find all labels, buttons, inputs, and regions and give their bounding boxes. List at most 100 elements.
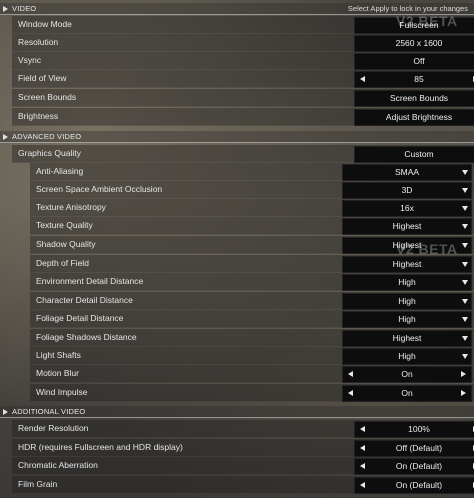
chevron-down-icon (462, 354, 468, 359)
chevron-down-icon (462, 243, 468, 248)
setting-label: Vsync (18, 55, 42, 65)
section-title: ADVANCED VIDEO (12, 132, 82, 141)
chevron-down-icon (462, 299, 468, 304)
setting-value: On (401, 388, 413, 398)
arrow-right-icon[interactable] (461, 371, 466, 377)
setting-label: Depth of Field (36, 258, 89, 268)
setting-value: High (398, 351, 416, 361)
setting-label: Anti-Aliasing (36, 166, 84, 176)
chevron-down-icon (462, 170, 468, 175)
resolution-dropdown[interactable]: 2560 x 1600 (354, 35, 474, 52)
setting-motion-blur: Motion Blur On (30, 365, 474, 383)
setting-label: Texture Anisotropy (36, 202, 106, 212)
section-header-additional-video: ADDITIONAL VIDEO (0, 406, 474, 418)
graphics-quality-dropdown[interactable]: Custom (354, 146, 474, 163)
setting-character-detail-distance: Character Detail Distance High (30, 292, 474, 310)
chevron-down-icon (462, 280, 468, 285)
setting-label: Foliage Shadows Distance (36, 332, 137, 342)
foliage-detail-dropdown[interactable]: High (342, 311, 472, 328)
wind-impulse-stepper[interactable]: On (342, 385, 472, 402)
chevron-down-icon (462, 336, 468, 341)
setting-label: Screen Bounds (18, 92, 77, 102)
collapse-arrow-icon[interactable] (3, 6, 8, 12)
setting-value: Highest (392, 221, 422, 231)
foliage-shadows-dropdown[interactable]: Highest (342, 330, 472, 347)
chevron-down-icon (462, 188, 468, 193)
setting-value: 100% (408, 424, 430, 434)
setting-film-grain: Film Grain On (Default) (12, 476, 474, 494)
setting-brightness: Brightness Adjust Brightness (12, 108, 474, 126)
watermark-text: V2 BETA (396, 241, 458, 257)
setting-value: Off (413, 56, 425, 66)
setting-label: Render Resolution (18, 423, 89, 433)
depth-of-field-dropdown[interactable]: Highest (342, 256, 472, 273)
vsync-dropdown[interactable]: Off (354, 53, 474, 70)
film-grain-stepper[interactable]: On (Default) (354, 477, 474, 494)
setting-label: Resolution (18, 37, 59, 47)
setting-label: Light Shafts (36, 350, 81, 360)
setting-value: 2560 x 1600 (395, 38, 443, 48)
setting-graphics-quality: Graphics Quality Custom (12, 145, 474, 163)
setting-value: SMAA (394, 167, 420, 177)
setting-chromatic-aberration: Chromatic Aberration On (Default) (12, 457, 474, 475)
collapse-arrow-icon[interactable] (3, 134, 8, 140)
setting-value: Highest (392, 333, 422, 343)
watermark-text: V2 BETA (396, 13, 458, 29)
adjust-brightness-button[interactable]: Adjust Brightness (354, 109, 474, 126)
arrow-right-icon[interactable] (461, 390, 466, 396)
collapse-arrow-icon[interactable] (3, 409, 8, 415)
light-shafts-dropdown[interactable]: High (342, 348, 472, 365)
setting-resolution: Resolution 2560 x 1600 (12, 34, 474, 52)
setting-anti-aliasing: Anti-Aliasing SMAA (30, 163, 474, 181)
hdr-stepper[interactable]: Off (Default) (354, 440, 474, 457)
setting-value: On (Default) (395, 461, 443, 471)
setting-label: Film Grain (18, 479, 58, 489)
setting-vsync: Vsync Off (12, 52, 474, 70)
setting-label: Wind Impulse (36, 387, 88, 397)
chevron-down-icon (462, 224, 468, 229)
render-resolution-stepper[interactable]: 100% (354, 421, 474, 438)
field-of-view-stepper[interactable]: 85 (354, 71, 474, 88)
setting-label: Texture Quality (36, 220, 93, 230)
screen-bounds-button[interactable]: Screen Bounds (354, 90, 474, 107)
setting-label: Character Detail Distance (36, 295, 133, 305)
setting-label: Shadow Quality (36, 239, 96, 249)
section-header-advanced-video: ADVANCED VIDEO (0, 131, 474, 143)
section-title: VIDEO (12, 4, 37, 13)
setting-label: Foliage Detail Distance (36, 313, 124, 323)
setting-label: Field of View (18, 73, 67, 83)
chromatic-aberration-stepper[interactable]: On (Default) (354, 458, 474, 475)
environment-detail-dropdown[interactable]: High (342, 274, 472, 291)
setting-environment-detail-distance: Environment Detail Distance High (30, 273, 474, 291)
section-title: ADDITIONAL VIDEO (12, 407, 86, 416)
texture-quality-dropdown[interactable]: Highest (342, 218, 472, 235)
motion-blur-stepper[interactable]: On (342, 366, 472, 383)
setting-field-of-view: Field of View 85 (12, 70, 474, 88)
character-detail-dropdown[interactable]: High (342, 293, 472, 310)
setting-light-shafts: Light Shafts High (30, 347, 474, 365)
setting-texture-anisotropy: Texture Anisotropy 16x (30, 199, 474, 217)
setting-texture-quality: Texture Quality Highest (30, 217, 474, 235)
setting-ssao: Screen Space Ambient Occlusion 3D (30, 181, 474, 199)
setting-render-resolution: Render Resolution 100% (12, 420, 474, 438)
setting-value: 3D (401, 185, 413, 195)
texture-anisotropy-dropdown[interactable]: 16x (342, 200, 472, 217)
setting-foliage-shadows-distance: Foliage Shadows Distance Highest (30, 329, 474, 347)
setting-value: On (401, 369, 413, 379)
setting-label: Graphics Quality (18, 148, 81, 158)
setting-label: Chromatic Aberration (18, 460, 98, 470)
chevron-down-icon (462, 206, 468, 211)
setting-label: HDR (requires Fullscreen and HDR display… (18, 442, 183, 452)
setting-wind-impulse: Wind Impulse On (30, 384, 474, 402)
setting-label: Brightness (18, 111, 59, 121)
setting-value: Off (Default) (395, 443, 443, 453)
anti-aliasing-dropdown[interactable]: SMAA (342, 164, 472, 181)
setting-foliage-detail-distance: Foliage Detail Distance High (30, 310, 474, 328)
setting-value: 16x (400, 203, 414, 213)
setting-value: High (398, 277, 416, 287)
ssao-dropdown[interactable]: 3D (342, 182, 472, 199)
button-label: Adjust Brightness (385, 112, 453, 122)
setting-label: Motion Blur (36, 368, 79, 378)
button-label: Screen Bounds (389, 93, 449, 103)
setting-value: High (398, 296, 416, 306)
